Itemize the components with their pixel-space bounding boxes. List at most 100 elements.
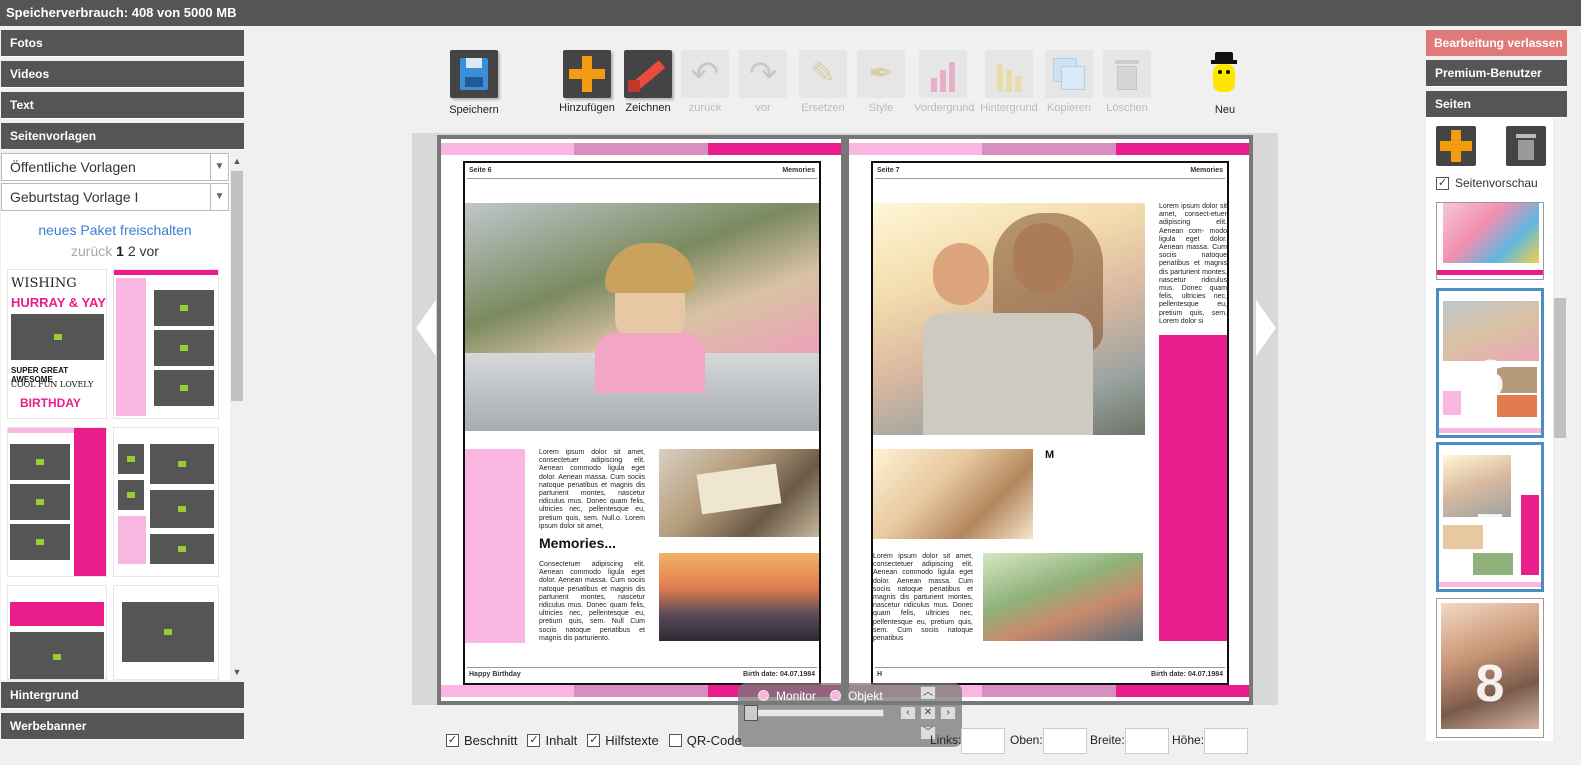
storage-usage-bar: Speicherverbrauch: 408 von 5000 MB xyxy=(0,0,1581,26)
scrollbar-thumb[interactable] xyxy=(231,171,243,401)
menu-videos[interactable]: Videos xyxy=(1,61,244,88)
image-placeholder xyxy=(154,330,214,366)
add-button[interactable]: Hinzufügen xyxy=(558,50,616,114)
undo-button[interactable]: ↶ zurück xyxy=(676,50,734,114)
pages-header[interactable]: Seiten xyxy=(1426,91,1567,118)
checkbox-checked-icon[interactable]: ✓ xyxy=(527,734,541,747)
unlock-package-link[interactable]: neues Paket freischalten xyxy=(1,222,229,238)
slider-handle[interactable] xyxy=(744,705,758,721)
zoom-slider[interactable] xyxy=(748,709,884,717)
top-color-stripe xyxy=(849,143,1249,155)
move-right-icon[interactable]: › xyxy=(940,706,956,720)
checkbox-checked-icon[interactable]: ✓ xyxy=(446,734,459,747)
style-label: Style xyxy=(868,102,894,114)
public-templates-select[interactable]: Öffentliche Vorlagen ▼ xyxy=(1,153,229,181)
footer-left-text: H xyxy=(877,671,883,678)
pager-page-2[interactable]: 2 xyxy=(128,243,136,259)
menu-text[interactable]: Text xyxy=(1,92,244,119)
background-button[interactable]: Hintergrund xyxy=(980,50,1038,114)
scrollbar-thumb[interactable] xyxy=(1554,298,1566,438)
pager-page-1[interactable]: 1 xyxy=(116,243,124,259)
template-thumb-1[interactable]: WISHING HURRAY & YAY SUPER GREAT AWESOME… xyxy=(7,269,107,419)
menu-page-templates[interactable]: Seitenvorlagen xyxy=(1,123,244,150)
monitor-radio[interactable] xyxy=(758,690,769,701)
templates-scrollbar[interactable]: ▲ ▼ xyxy=(230,153,244,680)
style-button[interactable]: ✒ Style xyxy=(852,50,910,114)
checkbox-checked-icon[interactable]: ✓ xyxy=(587,734,601,747)
move-up-icon[interactable]: ︿ xyxy=(920,686,936,700)
left-input[interactable] xyxy=(961,728,1006,754)
pages-scrollbar[interactable] xyxy=(1553,118,1567,741)
page-6[interactable]: Seite 6 Memories Lorem ipsum dolor sit a… xyxy=(441,139,841,701)
center-x-icon[interactable]: ✕ xyxy=(920,706,936,720)
right-sidebar: Bearbeitung verlassen Premium-Benutzer S… xyxy=(1426,30,1567,118)
template-thumb-4[interactable] xyxy=(113,427,219,577)
add-page-plus-icon[interactable] xyxy=(1436,126,1476,166)
option-help-texts[interactable]: ✓ Hilfstexte xyxy=(587,733,659,748)
chevron-down-icon[interactable]: ▼ xyxy=(210,184,228,210)
height-input[interactable] xyxy=(1204,728,1249,754)
photo-friends-selfie[interactable] xyxy=(983,553,1143,641)
checkbox-unchecked-icon[interactable] xyxy=(668,734,682,747)
option-content[interactable]: ✓ Inhalt xyxy=(527,733,577,748)
template-thumb-3[interactable] xyxy=(7,427,107,577)
page-6-heading[interactable]: Memories... xyxy=(539,535,616,551)
menu-ad-banner[interactable]: Werbebanner xyxy=(1,713,244,740)
page-thumb-6[interactable]: 6 xyxy=(1436,288,1544,438)
footer-right-text: Birth date: 04.07.1984 xyxy=(1151,671,1223,678)
chevron-down-icon[interactable]: ▼ xyxy=(210,154,228,180)
page-7-marker[interactable]: M xyxy=(1045,449,1054,461)
checkbox-checked-icon[interactable]: ✓ xyxy=(1436,176,1449,190)
page-thumb-5[interactable] xyxy=(1436,202,1544,280)
photo-friends-sunset[interactable] xyxy=(659,553,819,641)
page-7[interactable]: Seite 7 Memories Lorem ipsum dolor sit a… xyxy=(849,139,1249,701)
move-left-icon[interactable]: ‹ xyxy=(900,706,916,720)
page-7-text-2[interactable]: Lorem ipsum dolor sit amet, consectetuer… xyxy=(873,553,973,643)
template-pink-block xyxy=(118,516,146,564)
page-preview-toggle[interactable]: ✓ Seitenvorschau xyxy=(1436,176,1538,190)
page-thumb-7[interactable]: 7 xyxy=(1436,442,1544,592)
delete-button[interactable]: Löschen xyxy=(1098,50,1156,114)
width-input[interactable] xyxy=(1124,728,1169,754)
photo-travelers-map[interactable] xyxy=(659,449,819,537)
pager-back[interactable]: zurück xyxy=(71,243,112,259)
page-7-frame: Seite 7 Memories Lorem ipsum dolor sit a… xyxy=(871,161,1229,685)
menu-background[interactable]: Hintergrund xyxy=(1,682,244,709)
pager-next[interactable]: vor xyxy=(140,243,159,259)
top-input[interactable] xyxy=(1042,728,1087,754)
page-6-text-2[interactable]: Consectetuer adipiscing elit. Aenean com… xyxy=(539,561,645,643)
template-thumb-5[interactable] xyxy=(7,585,107,680)
template-thumb-2[interactable] xyxy=(113,269,219,419)
redo-arrow-icon: ↷ xyxy=(739,50,787,98)
top-label: Oben: xyxy=(1010,733,1043,748)
footer-right-text: Birth date: 04.07.1984 xyxy=(743,671,815,678)
photo-friends-cafe[interactable] xyxy=(873,449,1033,539)
draw-button[interactable]: Zeichnen xyxy=(619,50,677,114)
menu-photos[interactable]: Fotos xyxy=(1,30,244,57)
premium-user-button[interactable]: Premium-Benutzer xyxy=(1426,60,1567,87)
option-qr-code[interactable]: QR-Code xyxy=(668,733,742,748)
option-bleed[interactable]: ✓ Beschnitt xyxy=(446,733,517,748)
object-radio[interactable] xyxy=(830,690,841,701)
photo-girl-in-car[interactable] xyxy=(465,203,819,431)
scroll-down-icon[interactable]: ▼ xyxy=(230,664,244,680)
next-page-arrow-icon[interactable] xyxy=(1256,300,1276,356)
page-7-text-1[interactable]: Lorem ipsum dolor sit amet, consect-etue… xyxy=(1159,203,1227,326)
scroll-up-icon[interactable]: ▲ xyxy=(230,153,244,169)
page-number: Seite 6 xyxy=(469,167,492,174)
foreground-button[interactable]: Vordergrund xyxy=(914,50,975,114)
delete-page-trash-icon[interactable] xyxy=(1506,126,1546,166)
page-thumb-8[interactable]: 8 xyxy=(1436,598,1544,738)
previous-page-arrow-icon[interactable] xyxy=(416,300,436,356)
redo-button[interactable]: ↷ vor xyxy=(734,50,792,114)
copy-button[interactable]: Kopieren xyxy=(1040,50,1098,114)
page-6-text-1[interactable]: Lorem ipsum dolor sit amet, consectetuer… xyxy=(539,449,645,531)
template-select[interactable]: Geburtstag Vorlage I ▼ xyxy=(1,183,229,211)
save-button[interactable]: Speichern xyxy=(445,50,503,116)
new-button[interactable]: Neu xyxy=(1196,50,1254,116)
template-thumb-6[interactable] xyxy=(113,585,219,680)
replace-button[interactable]: ✎ Ersetzen xyxy=(794,50,852,114)
image-placeholder xyxy=(11,314,104,360)
photo-couple-piggyback[interactable] xyxy=(873,203,1145,435)
exit-editing-button[interactable]: Bearbeitung verlassen xyxy=(1426,30,1567,56)
